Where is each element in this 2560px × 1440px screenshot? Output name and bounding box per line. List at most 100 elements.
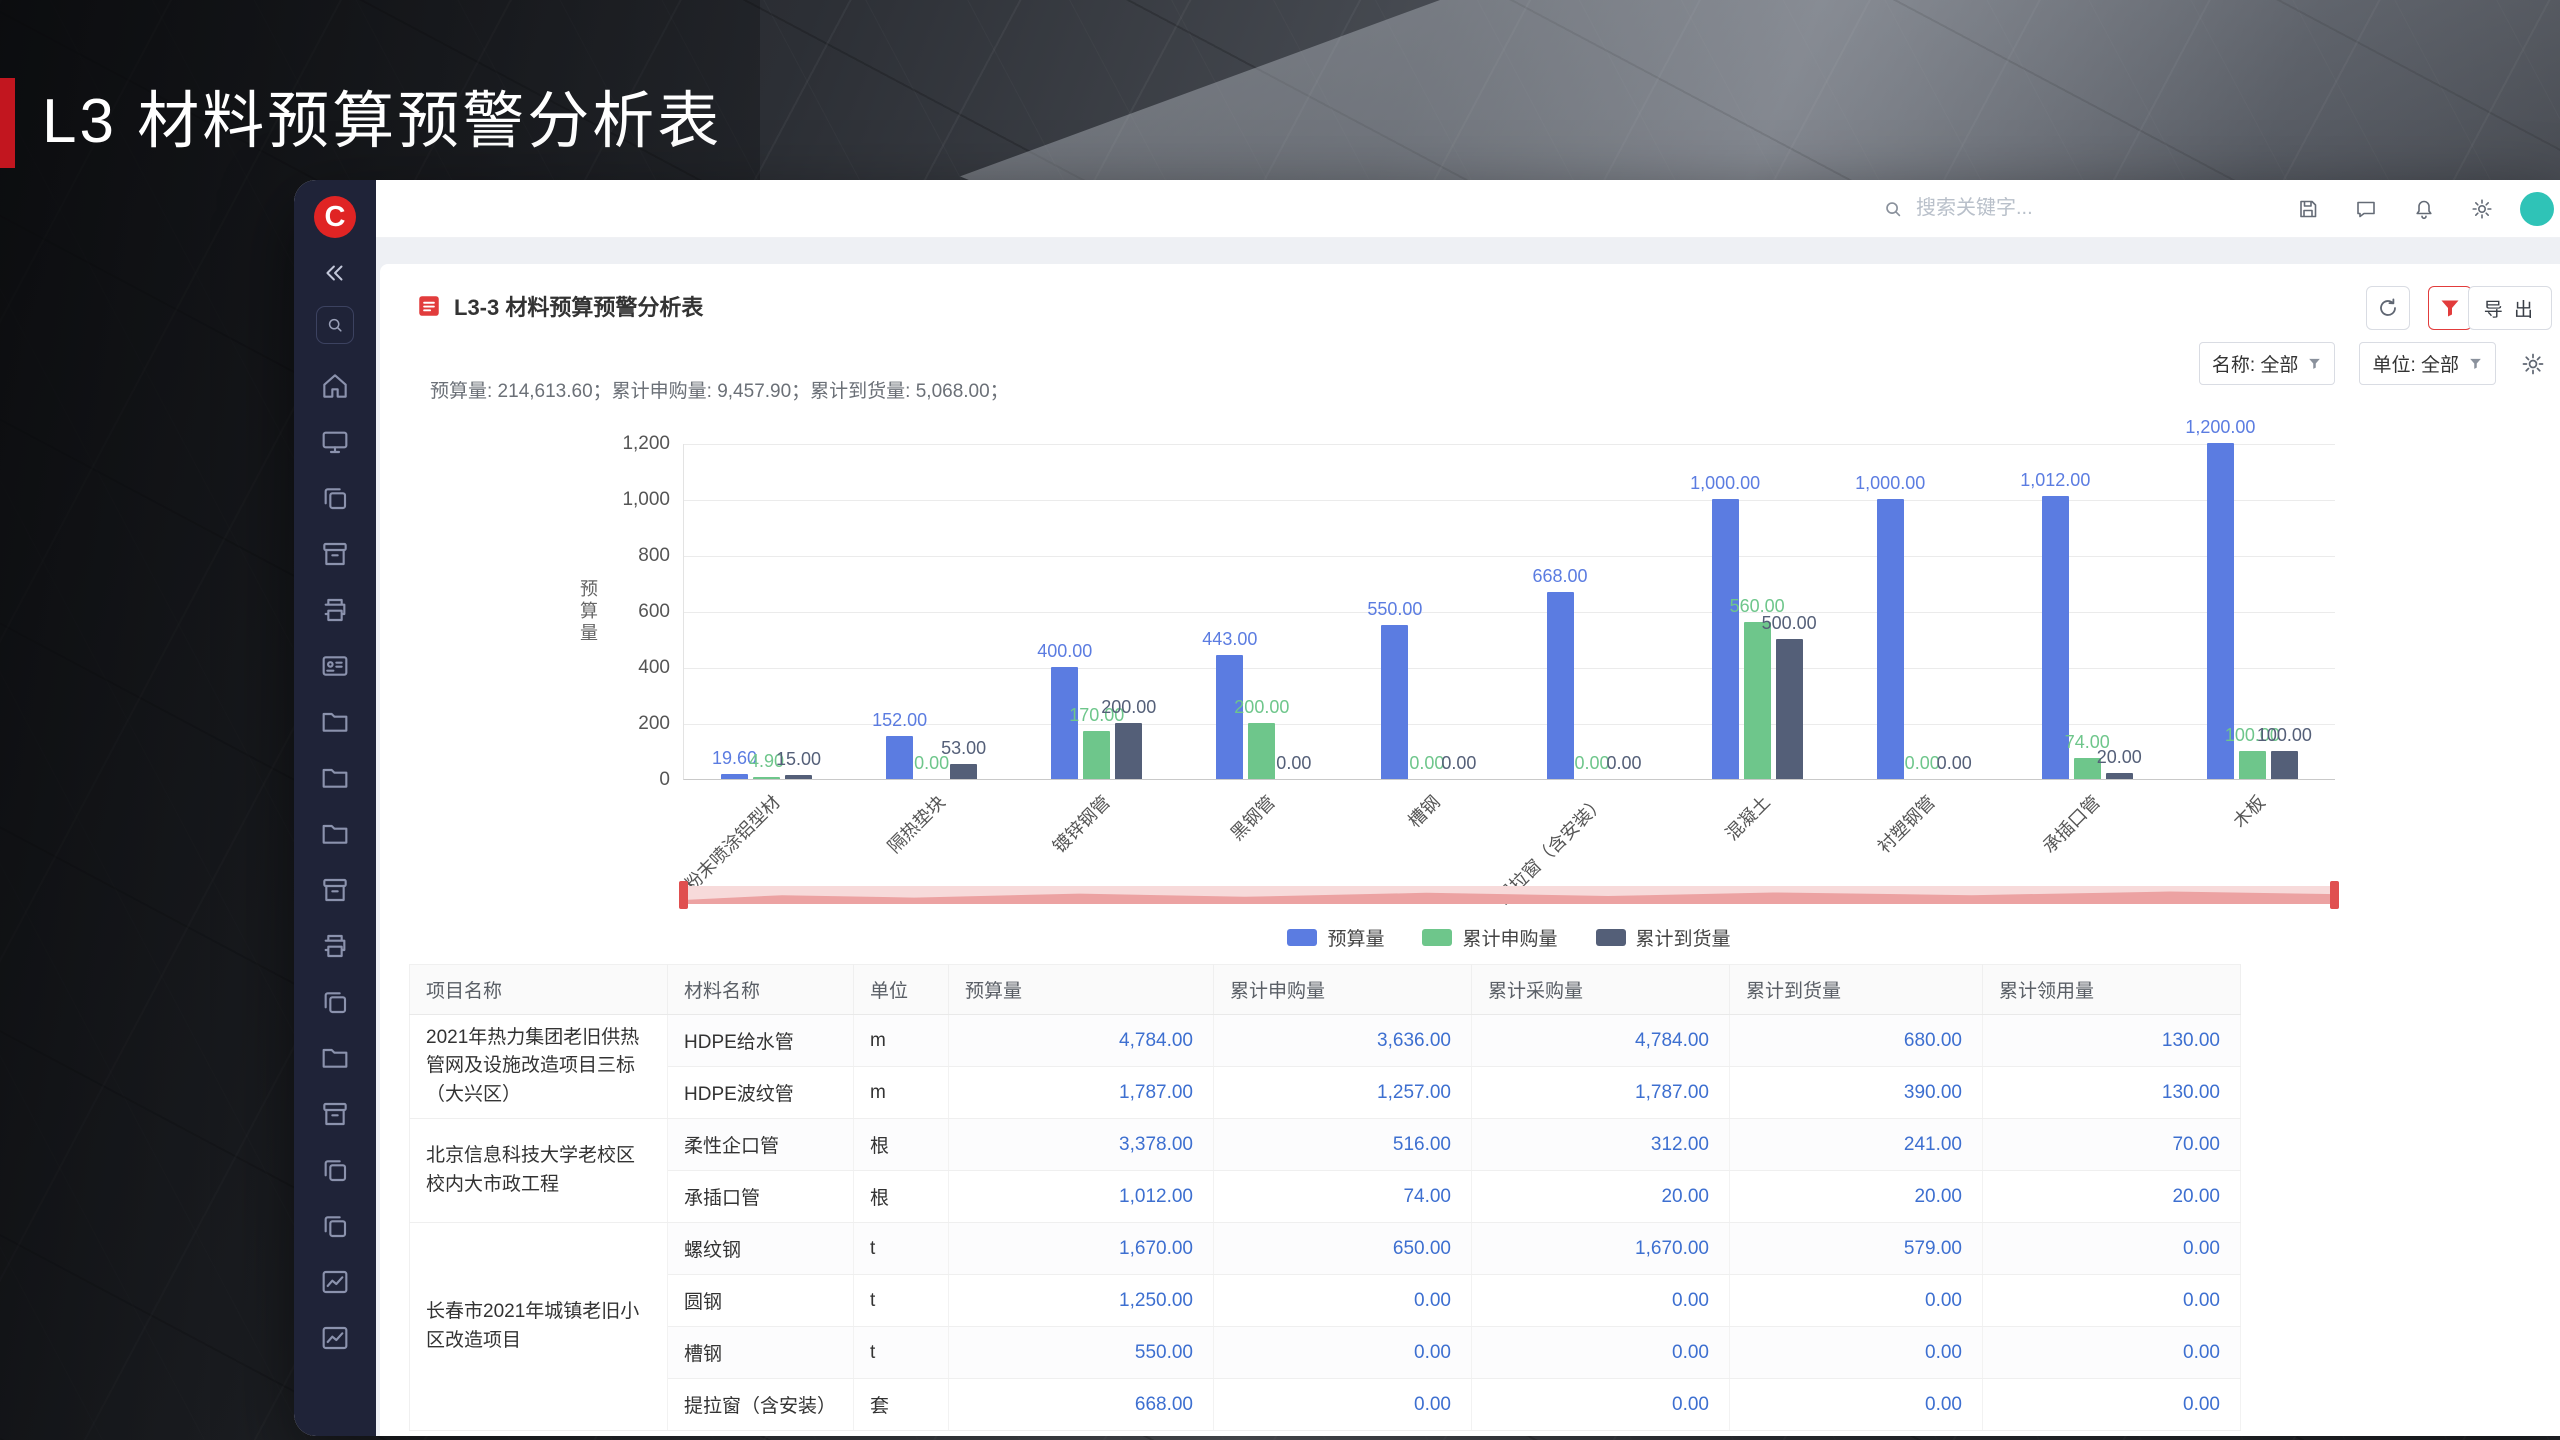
value-cell[interactable]: 0.00 <box>1213 1274 1472 1327</box>
bar-累计到货量[interactable] <box>950 764 978 779</box>
bar-累计申购量[interactable] <box>1083 731 1111 779</box>
table-row[interactable]: HDPE波纹管 m 1,787.00 1,257.00 1,787.00 390.00 13… <box>410 1066 2241 1119</box>
value-cell[interactable]: 579.00 <box>1729 1222 1983 1275</box>
sidebar-item-9[interactable] <box>319 818 351 850</box>
sidebar-item-16[interactable] <box>319 1210 351 1242</box>
user-avatar[interactable] <box>2520 191 2554 226</box>
table-row[interactable]: 承插口管根 1,012.00 74.00 20.00 20.00 20.00 <box>410 1170 2241 1223</box>
value-cell[interactable]: 3,378.00 <box>948 1118 1214 1171</box>
value-cell[interactable]: 0.00 <box>1982 1274 2241 1327</box>
value-cell[interactable]: 74.00 <box>1213 1170 1472 1223</box>
value-cell[interactable]: 4,784.00 <box>1471 1014 1730 1067</box>
value-cell[interactable]: 390.00 <box>1729 1066 1983 1119</box>
datazoom-left-handle[interactable] <box>679 881 688 909</box>
value-cell[interactable]: 4,784.00 <box>948 1014 1214 1067</box>
value-cell[interactable]: 1,670.00 <box>948 1222 1214 1275</box>
sidebar-item-2[interactable] <box>319 426 351 458</box>
value-cell[interactable]: 0.00 <box>1471 1378 1730 1431</box>
value-cell[interactable]: 0.00 <box>1213 1326 1472 1379</box>
datazoom-right-handle[interactable] <box>2330 881 2339 909</box>
gear-icon[interactable] <box>2470 197 2494 221</box>
sidebar-item-5[interactable] <box>319 594 351 626</box>
value-cell[interactable]: 20.00 <box>1729 1170 1983 1223</box>
bar-预算量[interactable] <box>1876 499 1904 779</box>
value-cell[interactable]: 0.00 <box>1982 1326 2241 1379</box>
sidebar-item-8[interactable] <box>319 762 351 794</box>
value-cell[interactable]: 0.00 <box>1729 1378 1983 1431</box>
sidebar-item-15[interactable] <box>319 1154 351 1186</box>
sidebar-search-button[interactable] <box>316 306 354 344</box>
collapse-sidebar-icon[interactable] <box>322 260 348 286</box>
table-row[interactable]: 北京信息科技大学老校区校内大市政工程 柔性企口管根 3,378.00 516.00 31… <box>409 1118 2241 1223</box>
search-input[interactable] <box>1916 197 2066 220</box>
table-row[interactable]: 长春市2021年城镇老旧小区改造项目 螺纹钢 t 1,670.00 650.00 1,67… <box>409 1222 2241 1431</box>
value-cell[interactable]: 0.00 <box>1471 1326 1730 1379</box>
bar-累计到货量[interactable] <box>1115 723 1143 779</box>
sidebar-item-7[interactable] <box>319 706 351 738</box>
bar-累计申购量[interactable] <box>753 777 781 779</box>
name-filter-dropdown[interactable]: 名称: 全部 <box>2198 342 2336 385</box>
value-cell[interactable]: 1,012.00 <box>948 1170 1214 1223</box>
app-logo[interactable]: C <box>314 196 356 238</box>
sidebar-item-3[interactable] <box>319 482 351 514</box>
value-cell[interactable]: 1,250.00 <box>948 1274 1214 1327</box>
value-cell[interactable]: 0.00 <box>1471 1274 1730 1327</box>
value-cell[interactable]: 3,636.00 <box>1213 1014 1472 1067</box>
value-cell[interactable]: 130.00 <box>1982 1066 2241 1119</box>
table-row[interactable]: 提拉窗（含安装）套 668.00 0.00 0.00 0.00 0.00 <box>410 1378 2241 1431</box>
legend-item-累计到货量[interactable]: 累计到货量 <box>1595 924 1731 951</box>
value-cell[interactable]: 1,257.00 <box>1213 1066 1472 1119</box>
sidebar-item-10[interactable] <box>319 874 351 906</box>
value-cell[interactable]: 0.00 <box>1729 1326 1983 1379</box>
value-cell[interactable]: 516.00 <box>1213 1118 1472 1171</box>
table-row[interactable]: 槽钢 t 550.00 0.00 0.00 0.00 0.00 <box>410 1326 2241 1379</box>
sidebar-item-17[interactable] <box>319 1266 351 1298</box>
bar-累计到货量[interactable] <box>785 774 813 779</box>
value-cell[interactable]: 650.00 <box>1213 1222 1472 1275</box>
bell-icon[interactable] <box>2412 197 2436 221</box>
bar-累计到货量[interactable] <box>2105 773 2133 779</box>
bar-累计申购量[interactable] <box>1743 622 1771 779</box>
table-row[interactable]: 2021年热力集团老旧供热管网及设施改造项目三标（大兴区） HDPE给水管 m 4,7… <box>409 1014 2241 1119</box>
sidebar-item-14[interactable] <box>319 1098 351 1130</box>
column-settings-gear-icon[interactable] <box>2520 351 2546 377</box>
bar-累计申购量[interactable] <box>1248 723 1276 779</box>
value-cell[interactable]: 20.00 <box>1471 1170 1730 1223</box>
chart-datazoom-slider[interactable] <box>679 881 2339 909</box>
value-cell[interactable]: 312.00 <box>1471 1118 1730 1171</box>
bar-预算量[interactable] <box>1546 591 1574 779</box>
export-button[interactable]: 导 出 <box>2467 286 2552 330</box>
value-cell[interactable]: 0.00 <box>1729 1274 1983 1327</box>
value-cell[interactable]: 70.00 <box>1982 1118 2241 1171</box>
sidebar-item-11[interactable] <box>319 930 351 962</box>
value-cell[interactable]: 668.00 <box>948 1378 1214 1431</box>
value-cell[interactable]: 1,787.00 <box>948 1066 1214 1119</box>
sidebar-item-13[interactable] <box>319 1042 351 1074</box>
bar-预算量[interactable] <box>1381 625 1409 779</box>
value-cell[interactable]: 241.00 <box>1729 1118 1983 1171</box>
value-cell[interactable]: 1,787.00 <box>1471 1066 1730 1119</box>
value-cell[interactable]: 0.00 <box>1982 1222 2241 1275</box>
sidebar-item-18[interactable] <box>319 1322 351 1354</box>
save-icon[interactable] <box>2296 197 2320 221</box>
value-cell[interactable]: 0.00 <box>1213 1378 1472 1431</box>
message-icon[interactable] <box>2354 197 2378 221</box>
sidebar-item-4[interactable] <box>319 538 351 570</box>
legend-item-累计申购量[interactable]: 累计申购量 <box>1422 924 1558 951</box>
value-cell[interactable]: 1,670.00 <box>1471 1222 1730 1275</box>
bar-累计到货量[interactable] <box>1775 639 1803 779</box>
table-row[interactable]: 圆钢 t 1,250.00 0.00 0.00 0.00 0.00 <box>410 1274 2241 1327</box>
refresh-button[interactable] <box>2366 286 2410 330</box>
value-cell[interactable]: 0.00 <box>1982 1378 2241 1431</box>
filter-button[interactable] <box>2428 286 2472 330</box>
value-cell[interactable]: 20.00 <box>1982 1170 2241 1223</box>
bar-累计申购量[interactable] <box>2238 751 2266 779</box>
value-cell[interactable]: 550.00 <box>948 1326 1214 1379</box>
legend-item-预算量[interactable]: 预算量 <box>1287 924 1384 951</box>
value-cell[interactable]: 680.00 <box>1729 1014 1983 1067</box>
sidebar-item-6[interactable] <box>319 650 351 682</box>
unit-filter-dropdown[interactable]: 单位: 全部 <box>2359 342 2496 385</box>
bar-累计到货量[interactable] <box>2270 751 2298 779</box>
value-cell[interactable]: 130.00 <box>1982 1014 2241 1067</box>
bar-预算量[interactable] <box>1711 499 1739 779</box>
